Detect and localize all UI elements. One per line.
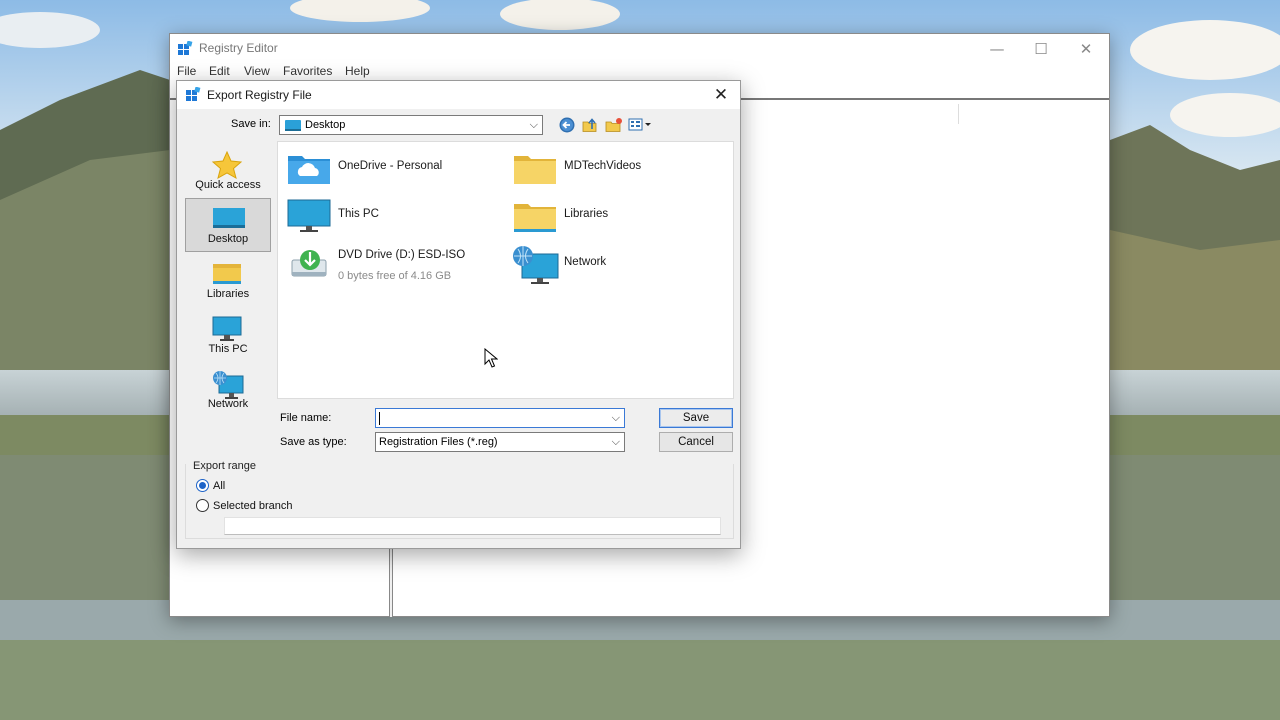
export-registry-dialog: Export Registry File ✕ Save in: Desktop … <box>176 80 741 549</box>
place-label: This PC <box>208 343 248 355</box>
desktop-icon <box>285 120 301 131</box>
save-in-value: Desktop <box>305 119 346 131</box>
radio-selected-branch-label[interactable]: Selected branch <box>213 500 293 512</box>
radio-all[interactable] <box>196 479 209 492</box>
folder-icon <box>514 156 556 184</box>
cancel-button[interactable]: Cancel <box>659 432 733 452</box>
place-libraries[interactable]: Libraries <box>185 254 271 308</box>
file-name-label: File name: <box>280 412 332 424</box>
file-name: MDTechVideos <box>564 160 642 172</box>
window-title: Registry Editor <box>199 41 278 55</box>
drive-free-space: 0 bytes free of 4.16 GB <box>338 270 452 282</box>
file-name: Network <box>564 256 607 268</box>
save-button[interactable]: Save <box>659 408 733 428</box>
place-desktop[interactable]: Desktop <box>185 198 271 252</box>
minimize-button[interactable]: — <box>975 38 1019 60</box>
save-as-type-value: Registration Files (*.reg) <box>379 436 498 448</box>
libraries-icon <box>514 204 556 232</box>
pc-icon <box>212 316 242 341</box>
star-icon <box>211 151 243 179</box>
registry-editor-icon <box>178 41 193 55</box>
selected-branch-input[interactable] <box>224 517 721 535</box>
up-folder-icon[interactable] <box>580 116 600 134</box>
registry-editor-titlebar[interactable]: Registry Editor — ☐ ✕ <box>170 34 1109 62</box>
chevron-down-icon[interactable]: ⌵ <box>612 411 620 425</box>
save-as-type-dropdown[interactable]: Registration Files (*.reg) ⌵ <box>375 432 625 452</box>
desktop-icon <box>213 208 245 228</box>
dialog-title: Export Registry File <box>207 88 312 102</box>
mouse-cursor-icon <box>484 348 498 368</box>
file-item-this-pc[interactable]: This PC <box>278 196 498 236</box>
network-icon <box>213 371 244 399</box>
menu-edit[interactable]: Edit <box>209 64 230 78</box>
file-item-libraries[interactable]: Libraries <box>504 196 724 236</box>
save-in-dropdown[interactable]: Desktop ⌵ <box>279 115 543 135</box>
file-item-mdtechvideos[interactable]: MDTechVideos <box>504 148 724 188</box>
menu-bar: File Edit View Favorites Help <box>170 62 1109 82</box>
menu-favorites[interactable]: Favorites <box>283 64 332 78</box>
new-folder-icon[interactable] <box>604 116 624 134</box>
radio-selected-branch[interactable] <box>196 499 209 512</box>
place-label: Network <box>207 398 249 410</box>
menu-view[interactable]: View <box>244 64 270 78</box>
libraries-icon <box>213 264 241 284</box>
file-name: DVD Drive (D:) ESD-ISO <box>338 249 466 261</box>
place-label: Libraries <box>206 288 250 300</box>
chevron-down-icon[interactable]: ⌵ <box>612 435 620 449</box>
network-icon <box>513 246 559 284</box>
save-as-type-label: Save as type: <box>280 436 347 448</box>
file-list[interactable]: OneDrive - Personal MDTechVideos This PC <box>277 141 734 399</box>
file-name: OneDrive - Personal <box>338 160 443 172</box>
pane-splitter[interactable] <box>389 549 393 617</box>
file-name: This PC <box>338 208 379 220</box>
places-bar: Quick access Desktop Libraries This PC N… <box>185 141 273 415</box>
registry-editor-icon <box>186 87 201 101</box>
file-item-onedrive[interactable]: OneDrive - Personal <box>278 148 498 188</box>
dialog-titlebar[interactable]: Export Registry File ✕ <box>177 81 740 109</box>
text-caret <box>379 412 380 425</box>
place-label: Quick access <box>195 179 261 191</box>
export-range-legend: Export range <box>193 460 259 472</box>
chevron-down-icon: ⌵ <box>529 118 538 131</box>
file-item-dvd-drive[interactable]: DVD Drive (D:) ESD-ISO 0 bytes free of 4… <box>278 244 498 284</box>
pc-icon <box>287 199 331 232</box>
dvd-drive-icon <box>291 250 327 277</box>
back-icon[interactable] <box>557 116 577 134</box>
file-name: Libraries <box>564 208 609 220</box>
menu-file[interactable]: File <box>177 64 196 78</box>
menu-help[interactable]: Help <box>345 64 370 78</box>
maximize-button[interactable]: ☐ <box>1019 38 1063 60</box>
file-item-network[interactable]: Network <box>504 244 724 284</box>
close-button[interactable]: ✕ <box>1064 38 1108 60</box>
place-network[interactable]: Network <box>185 364 271 418</box>
file-name-input[interactable]: ⌵ <box>375 408 625 428</box>
onedrive-folder-icon <box>288 156 330 184</box>
place-this-pc[interactable]: This PC <box>185 309 271 363</box>
place-label: Desktop <box>207 233 249 245</box>
save-in-label: Save in: <box>231 118 271 130</box>
close-icon[interactable]: ✕ <box>708 84 734 106</box>
radio-all-label[interactable]: All <box>213 480 225 492</box>
view-menu-icon[interactable] <box>628 116 654 134</box>
column-divider[interactable] <box>958 104 959 124</box>
place-quick-access[interactable]: Quick access <box>185 145 271 199</box>
